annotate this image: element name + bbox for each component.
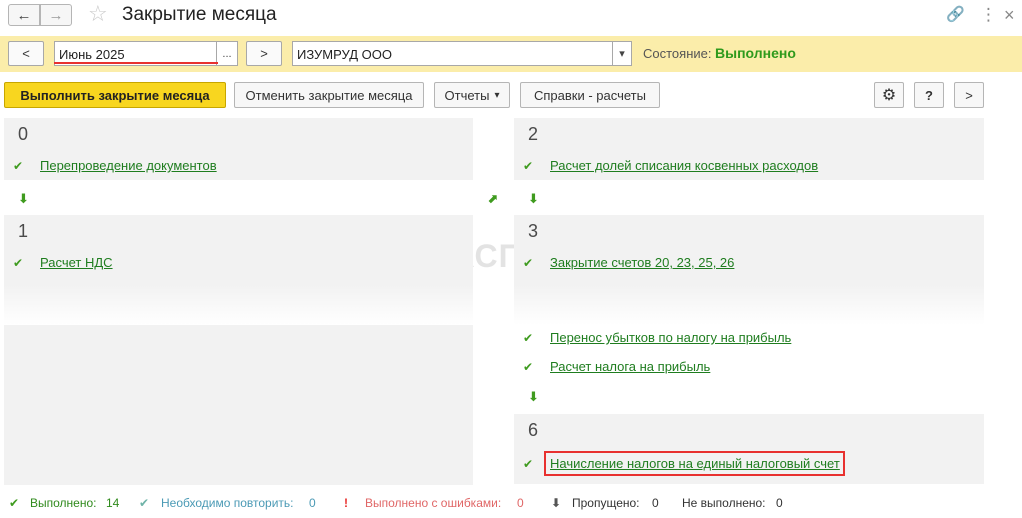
arrow-down-icon: ⬇ [528, 389, 539, 404]
arrow-diagonal-icon: ⬈ [487, 191, 498, 206]
errors-count: 0 [517, 496, 524, 510]
page-title: Закрытие месяца [122, 4, 277, 25]
stage-number: 6 [528, 420, 539, 440]
stage-link-loss-transfer[interactable]: Перенос убытков по налогу на прибыль [550, 330, 791, 345]
next-period-button[interactable]: > [246, 41, 282, 66]
check-icon: ✔ [523, 457, 534, 471]
arrow-right-icon: → [48, 6, 64, 24]
check-icon: ✔ [13, 159, 24, 173]
close-icon[interactable]: × [1004, 5, 1015, 25]
panel-fade [4, 285, 473, 325]
arrow-down-icon: ⬇ [18, 191, 29, 206]
execute-month-close-button[interactable]: Выполнить закрытие месяца [4, 82, 226, 108]
check-icon: ✔ [523, 331, 534, 345]
done-count: 14 [106, 496, 120, 510]
check-icon: ✔ [523, 256, 534, 270]
arrow-left-icon: ← [16, 6, 32, 24]
stage-link-close-accounts[interactable]: Закрытие счетов 20, 23, 25, 26 [550, 255, 734, 270]
organization-dropdown-button[interactable]: ▾ [612, 41, 632, 66]
skipped-label: Пропущено: [572, 496, 640, 510]
not-done-count: 0 [776, 496, 783, 510]
arrow-down-icon: ⬇ [528, 191, 539, 206]
help-button[interactable]: ? [914, 82, 944, 108]
organization-input[interactable]: ИЗУМРУД ООО [292, 41, 614, 66]
stage-number: 3 [528, 221, 539, 241]
stage-panel-3: 3 ✔ Закрытие счетов 20, 23, 25, 26 [514, 215, 984, 285]
reports-menu-button[interactable]: Отчеты ▾ [434, 82, 510, 108]
stage-number: 0 [18, 124, 29, 144]
stage-number: 1 [18, 221, 29, 241]
gear-icon: ⚙ [881, 87, 897, 104]
back-button[interactable]: ← [8, 4, 40, 26]
highlight-box [544, 451, 845, 476]
repeat-label: Необходимо повторить: [161, 496, 294, 510]
done-label: Выполнено: [30, 496, 97, 510]
stage-link-vat[interactable]: Расчет НДС [40, 255, 113, 270]
errors-label: Выполнено с ошибками: [365, 496, 502, 510]
forward-button[interactable]: → [40, 4, 72, 26]
reports-label: Отчеты [444, 87, 490, 103]
state-label: Состояние: [643, 46, 712, 61]
filter-panel: < Июнь 2025 ... > ИЗУМРУД ООО ▾ [0, 36, 1022, 72]
check-warning-icon: ✔ [13, 256, 24, 270]
more-vertical-icon[interactable]: ⋮ [980, 5, 997, 25]
skipped-count: 0 [652, 496, 659, 510]
stage-link-reposting[interactable]: Перепроведение документов [40, 158, 217, 173]
next-period-label: > [260, 46, 268, 61]
chevron-down-icon: ▾ [619, 48, 625, 60]
stage-panel-0: 0 ✔ Перепроведение документов [4, 118, 473, 180]
chevron-down-icon: ▾ [494, 89, 500, 101]
check-icon: ✔ [523, 360, 534, 374]
stage-panel-1: 1 ✔ Расчет НДС [4, 215, 473, 485]
prev-period-button[interactable]: < [8, 41, 44, 66]
stage-link-indirect-costs[interactable]: Расчет долей списания косвенных расходов [550, 158, 818, 173]
settings-button[interactable]: ⚙ [874, 82, 904, 108]
repeat-icon: ✔ [139, 496, 150, 510]
period-highlight-underline [54, 62, 218, 64]
done-icon: ✔ [9, 496, 20, 510]
link-icon[interactable]: 🔗 [946, 5, 965, 25]
prev-period-label: < [22, 46, 30, 61]
stage-link-profit-tax[interactable]: Расчет налога на прибыль [550, 359, 710, 374]
references-button[interactable]: Справки - расчеты [520, 82, 660, 108]
not-done-label: Не выполнено: [682, 496, 766, 510]
stage-number: 2 [528, 124, 539, 144]
repeat-count: 0 [309, 496, 316, 510]
check-icon: ✔ [523, 159, 534, 173]
stage-panel-2: 2 ✔ Расчет долей списания косвенных расх… [514, 118, 984, 180]
state-value: Выполнено [715, 45, 796, 61]
error-icon: ! [344, 496, 348, 510]
panel-fade [514, 285, 984, 325]
cancel-month-close-button[interactable]: Отменить закрытие месяца [234, 82, 424, 108]
period-picker-button[interactable]: ... [216, 41, 238, 66]
title-bar: ← → ☆ Закрытие месяца 🔗 ⋮ × [0, 0, 1022, 32]
skip-icon: ⬇ [551, 496, 562, 510]
more-actions-button[interactable]: > [954, 82, 984, 108]
favorite-star-icon[interactable]: ☆ [88, 2, 108, 26]
